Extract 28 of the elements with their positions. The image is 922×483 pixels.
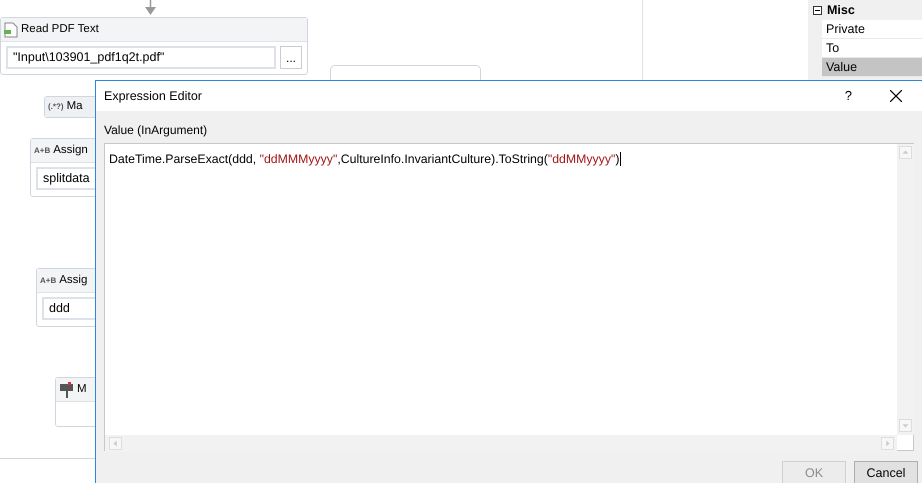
regex-icon: (.*?) [48,101,64,113]
scroll-left-icon[interactable] [109,437,122,450]
property-row[interactable]: Private [822,20,922,39]
flow-arrow [145,0,156,16]
dialog-button[interactable]: Cancel [854,461,918,483]
close-icon[interactable] [890,90,902,102]
assign-icon: A+B [34,144,50,156]
input-field[interactable]: "Input\103901_pdf1q2t.pdf" [6,46,276,69]
activity-title: M [77,382,87,397]
activity-title: Read PDF Text [21,22,99,37]
document-icon [4,22,18,38]
activity-title: Ma [66,99,83,114]
property-row[interactable]: Value [822,58,922,77]
scroll-up-icon[interactable] [899,146,912,159]
mailbox-icon [59,382,74,398]
help-button[interactable]: ? [844,86,852,106]
expression-text: DateTime.ParseExact(ddd, "ddMMMyyyy",CultureInfo.InvariantCulture).ToString("ddMMyyyy") [109,151,622,168]
scroll-down-icon[interactable] [899,419,912,432]
activity-title: Assig [59,272,88,288]
category-title: Misc [827,2,855,19]
scroll-right-icon[interactable] [881,437,894,450]
field-label: Value (InArgument) [104,122,208,139]
collapse-icon[interactable] [813,6,822,14]
assign-icon: A+B [40,274,56,286]
activity-title: Assign [53,142,88,158]
window-title: Expression Editor [104,88,203,105]
browse-button[interactable]: ... [280,46,302,69]
expression-field[interactable]: DateTime.ParseExact(ddd, "ddMMMyyyy",CultureInfo.InvariantCulture).ToString("ddMMyyyy") [104,143,914,451]
